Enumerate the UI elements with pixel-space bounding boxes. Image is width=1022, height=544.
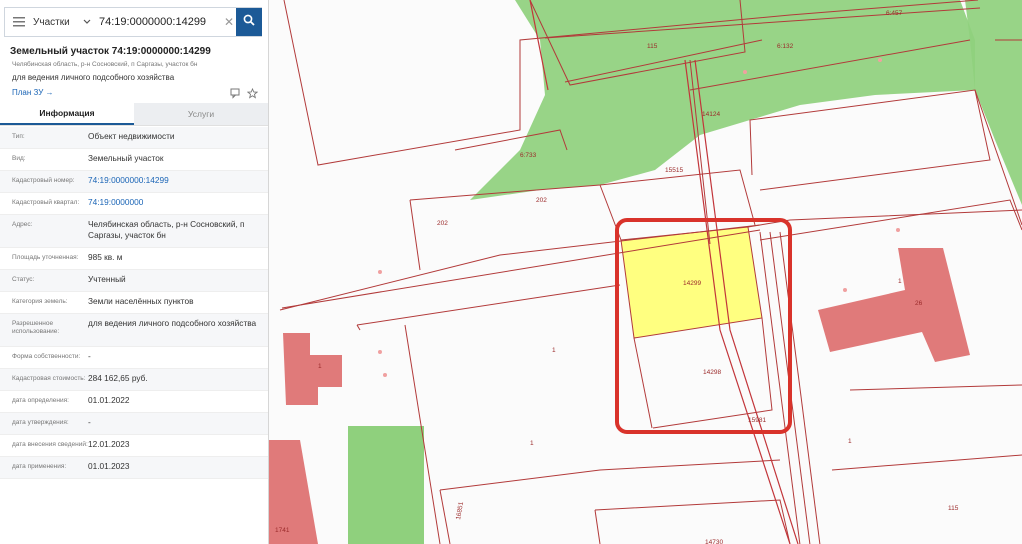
info-key: Форма собственности:: [12, 353, 81, 360]
layer-select-label: Участки: [33, 16, 70, 28]
info-row-land-category: Категория земель: Земли населённых пункто…: [0, 292, 268, 314]
tab-information[interactable]: Информация: [0, 103, 134, 125]
chevron-down-icon: [83, 17, 91, 28]
map-label: 115: [647, 43, 658, 50]
info-row-application-date: дата применения: 01.01.2023: [0, 457, 268, 479]
info-value: 284 162,65 руб.: [88, 373, 148, 383]
info-key: Адрес:: [12, 221, 33, 228]
tab-bar: Информация Услуги: [0, 103, 268, 126]
map-label: 115: [948, 505, 959, 512]
map-label: 1: [530, 440, 534, 447]
layer-select[interactable]: Участки: [33, 17, 95, 28]
info-row-ownership: Форма собственности: -: [0, 347, 268, 369]
map-label: 1: [898, 278, 902, 285]
info-panel: Участки 74:19:0000000:14299 ✕ Земельный …: [0, 0, 269, 544]
info-row-determination-date: дата определения: 01.01.2022: [0, 391, 268, 413]
map-label: 1: [848, 438, 852, 445]
info-key: дата утверждения:: [12, 419, 69, 426]
info-key: Тип:: [12, 133, 25, 140]
info-row-cadastral-value: Кадастровая стоимость: 284 162,65 руб.: [0, 369, 268, 391]
info-key: Разрешенное использование:: [12, 320, 60, 335]
cadastral-quarter-link[interactable]: 74:19:0000000: [88, 193, 268, 214]
info-value: 12.01.2023: [88, 439, 130, 449]
info-key: дата определения:: [12, 397, 69, 404]
info-row-approval-date: дата утверждения: -: [0, 413, 268, 435]
map-label: 1: [552, 347, 556, 354]
map-label: 14124: [702, 111, 720, 118]
map-label: 202: [536, 197, 547, 204]
info-row-address: Адрес: Челябинская область, р-н Сосновски…: [0, 215, 268, 248]
info-row-kind: Вид: Земельный участок: [0, 149, 268, 171]
info-key: Площадь уточненная:: [12, 254, 79, 261]
tab-services[interactable]: Услуги: [134, 103, 268, 125]
map-label: 15515: [665, 167, 683, 174]
map-label: 202: [437, 220, 448, 227]
green-zone-south: [348, 426, 424, 544]
star-icon[interactable]: [246, 86, 259, 104]
info-key: Вид:: [12, 155, 26, 162]
map-label: 14730: [705, 539, 723, 544]
info-value: Челябинская область, р-н Сосновский, п С…: [88, 219, 245, 240]
info-row-type: Тип: Объект недвижимости: [0, 127, 268, 149]
map-label: 1: [318, 363, 322, 370]
info-value: 01.01.2022: [88, 395, 130, 405]
map-label: 6:457: [886, 10, 903, 17]
cadastral-number-link[interactable]: 74:19:0000000:14299: [88, 171, 268, 192]
info-value: -: [88, 417, 91, 427]
info-key: Кадастровая стоимость:: [12, 375, 86, 382]
map-label: 26: [915, 300, 923, 307]
info-value: Земельный участок: [88, 153, 164, 163]
search-input[interactable]: 74:19:0000000:14299: [95, 16, 222, 28]
parcel-address: Челябинская область, р-н Сосновский, п С…: [12, 61, 198, 68]
info-value: 01.01.2023: [88, 461, 130, 471]
info-key: Статус:: [12, 276, 35, 283]
parcel-purpose: для ведения личного подсобного хозяйства: [12, 73, 175, 82]
comment-icon[interactable]: [230, 86, 241, 104]
info-row-permitted-use: Разрешенное использование: для ведения ли…: [0, 314, 268, 347]
map-label: 6:733: [520, 152, 537, 159]
card-actions: [230, 86, 259, 104]
map-label: 15981: [748, 417, 766, 424]
info-table: Тип: Объект недвижимости Вид: Земельный уч…: [0, 127, 268, 479]
info-key: Кадастровый квартал:: [12, 199, 80, 206]
parcel-title: Земельный участок 74:19:0000000:14299: [10, 46, 211, 57]
info-value: Учтенный: [88, 274, 126, 284]
info-value: 985 кв. м: [88, 252, 123, 262]
info-value: Земли населённых пунктов: [88, 296, 194, 306]
info-row-entry-date: дата внесения сведений: 12.01.2023: [0, 435, 268, 457]
map-label: 6:132: [777, 43, 794, 50]
search-bar: Участки 74:19:0000000:14299 ✕: [4, 7, 262, 37]
menu-icon[interactable]: [5, 8, 33, 36]
info-value: -: [88, 351, 91, 361]
info-key: дата внесения сведений:: [12, 441, 88, 448]
map-label: 14298: [703, 369, 721, 376]
map-label: 1741: [275, 527, 290, 534]
close-icon[interactable]: ✕: [222, 15, 236, 29]
info-row-cadastral-number: Кадастровый номер: 74:19:0000000:14299: [0, 171, 268, 193]
plan-link[interactable]: План ЗУ →: [12, 88, 54, 97]
info-row-cadastral-quarter: Кадастровый квартал: 74:19:0000000: [0, 193, 268, 215]
info-row-area: Площадь уточненная: 985 кв. м: [0, 248, 268, 270]
info-key: дата применения:: [12, 463, 67, 470]
info-key: Категория земель:: [12, 298, 68, 305]
info-value: Объект недвижимости: [88, 131, 175, 141]
search-button[interactable]: [236, 8, 262, 36]
info-value: для ведения личного подсобного хозяйства: [88, 318, 257, 328]
info-key: Кадастровый номер:: [12, 177, 75, 184]
map-label: 14299: [683, 280, 701, 287]
info-row-status: Статус: Учтенный: [0, 270, 268, 292]
search-icon: [243, 13, 255, 31]
